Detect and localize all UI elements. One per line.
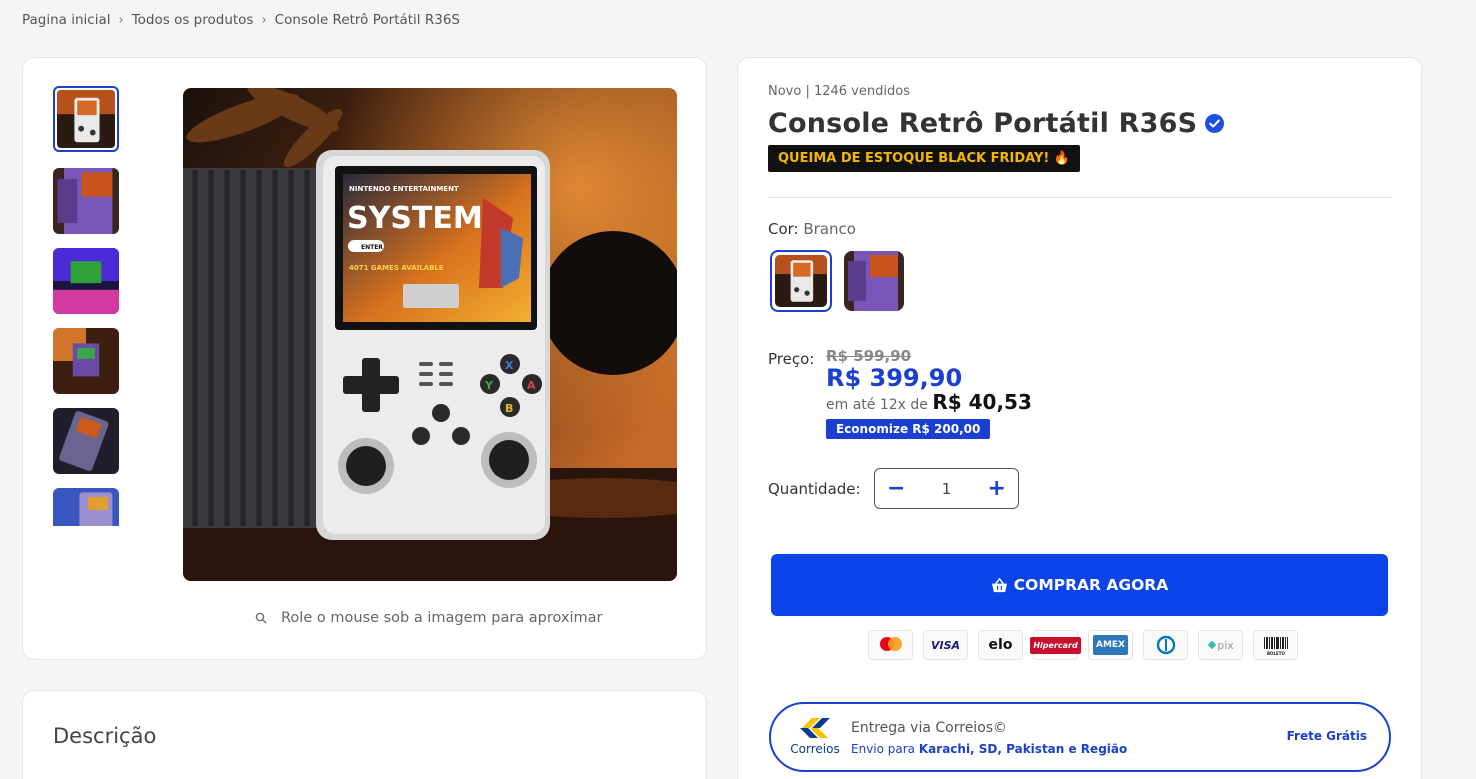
- buy-now-label: COMPRAR AGORA: [1013, 576, 1169, 594]
- elo-icon: elo: [978, 630, 1023, 660]
- thumbnail-image: [53, 408, 119, 474]
- breadcrumb-all-products[interactable]: Todos os produtos: [132, 12, 254, 28]
- thumbnail-image: [57, 90, 115, 148]
- shipping-info: Correios Entrega via Correios© Envio par…: [769, 702, 1391, 772]
- quantity-label: Quantidade:: [768, 480, 861, 498]
- quantity-value[interactable]: 1: [942, 480, 952, 498]
- divider: [768, 197, 1392, 198]
- breadcrumb-home[interactable]: Pagina inicial: [22, 12, 111, 28]
- new-price: R$ 399,90: [826, 364, 963, 392]
- correios-logo-text: Correios: [790, 742, 840, 756]
- thumbnail-list[interactable]: [51, 86, 121, 526]
- thumbnail-image: [53, 248, 119, 314]
- swatch-image: [844, 251, 904, 311]
- price-label: Preço:: [768, 350, 815, 368]
- mastercard-icon: [868, 630, 913, 660]
- breadcrumb-current: Console Retrô Portátil R36S: [274, 12, 460, 28]
- quantity-increase-button[interactable]: +: [988, 477, 1006, 500]
- diners-icon: [1143, 630, 1188, 660]
- screen-big-text: SYSTEM: [347, 201, 483, 236]
- product-info-card: Novo | 1246 vendidos Console Retrô Portá…: [737, 57, 1422, 779]
- color-label-text: Cor:: [768, 220, 799, 238]
- product-meta: Novo | 1246 vendidos: [768, 84, 910, 99]
- thumbnail-1[interactable]: [53, 86, 119, 152]
- svg-text:B: B: [505, 402, 513, 415]
- installment-info: em até 12x de R$ 40,53: [826, 390, 1032, 414]
- pix-icon: pix: [1198, 630, 1243, 660]
- free-shipping-label: Frete Grátis: [1286, 729, 1367, 743]
- svg-text:BOLETO: BOLETO: [1267, 651, 1285, 656]
- swatch-image: [775, 255, 827, 307]
- breadcrumb: Pagina inicial › Todos os produtos › Con…: [22, 12, 460, 28]
- product-title-row: Console Retrô Portátil R36S: [768, 108, 1225, 139]
- description-title: Descrição: [53, 724, 157, 748]
- shipping-title: Entrega via Correios©: [851, 720, 1008, 736]
- basket-icon: [991, 577, 1007, 592]
- amex-icon: AMEX: [1088, 630, 1133, 660]
- svg-text:X: X: [505, 359, 514, 372]
- quantity-stepper: − 1 +: [874, 468, 1019, 509]
- screen-headline: NINTENDO ENTERTAINMENT: [349, 185, 459, 193]
- savings-badge: Economize R$ 200,00: [826, 419, 991, 439]
- magnifier-icon: [255, 612, 267, 624]
- description-card: Descrição: [22, 690, 707, 779]
- hipercard-icon: Hipercard: [1030, 630, 1081, 660]
- thumbnail-6[interactable]: [53, 488, 119, 526]
- quantity-decrease-button[interactable]: −: [887, 477, 905, 500]
- visa-icon: VISA: [923, 630, 968, 660]
- promo-badge: QUEIMA DE ESTOQUE BLACK FRIDAY! 🔥: [768, 145, 1081, 172]
- screen-enter: ENTER: [361, 244, 383, 251]
- thumbnail-image: [53, 488, 119, 526]
- zoom-hint-text: Role o mouse sob a imagem para aproximar: [281, 610, 603, 626]
- thumbnail-5[interactable]: [53, 408, 119, 474]
- old-price: R$ 599,90: [826, 347, 912, 365]
- buy-now-button[interactable]: COMPRAR AGORA: [771, 554, 1388, 616]
- correios-icon: [800, 718, 830, 738]
- color-option-roxo[interactable]: [844, 251, 904, 311]
- main-product-image[interactable]: NINTENDO ENTERTAINMENT SYSTEM ENTER 4071…: [183, 88, 677, 581]
- breadcrumb-separator: ›: [261, 12, 267, 28]
- product-photo: NINTENDO ENTERTAINMENT SYSTEM ENTER 4071…: [183, 88, 677, 581]
- thumbnail-2[interactable]: [53, 168, 119, 234]
- color-selected-value: Branco: [803, 220, 856, 238]
- thumbnail-image: [53, 328, 119, 394]
- thumbnail-image: [53, 168, 119, 234]
- breadcrumb-separator: ›: [118, 12, 124, 28]
- shipping-destination-value: Karachi, SD, Pakistan e Região: [918, 742, 1128, 756]
- verified-check-icon: [1205, 114, 1225, 133]
- svg-text:A: A: [527, 379, 536, 392]
- installment-value: R$ 40,53: [932, 390, 1032, 414]
- correios-logo: Correios: [787, 716, 843, 756]
- screen-games: 4071 GAMES AVAILABLE: [349, 264, 444, 272]
- svg-text:Y: Y: [484, 379, 494, 392]
- shipping-destination: Envio para Karachi, SD, Pakistan e Regiã…: [851, 742, 1127, 756]
- thumbnail-4[interactable]: [53, 328, 119, 394]
- installment-prefix: em até 12x de: [826, 397, 928, 413]
- product-title: Console Retrô Portátil R36S: [768, 108, 1198, 139]
- color-label: Cor: Branco: [768, 220, 856, 238]
- thumbnail-3[interactable]: [53, 248, 119, 314]
- shipping-destination-prefix: Envio para: [851, 742, 916, 756]
- gallery-card: NINTENDO ENTERTAINMENT SYSTEM ENTER 4071…: [22, 57, 707, 660]
- boleto-icon: BOLETO: [1253, 630, 1298, 660]
- payment-methods: VISA elo Hipercard AMEX pix BOLETO: [868, 630, 1298, 660]
- color-option-branco[interactable]: [770, 250, 832, 312]
- zoom-hint: Role o mouse sob a imagem para aproximar: [255, 610, 603, 626]
